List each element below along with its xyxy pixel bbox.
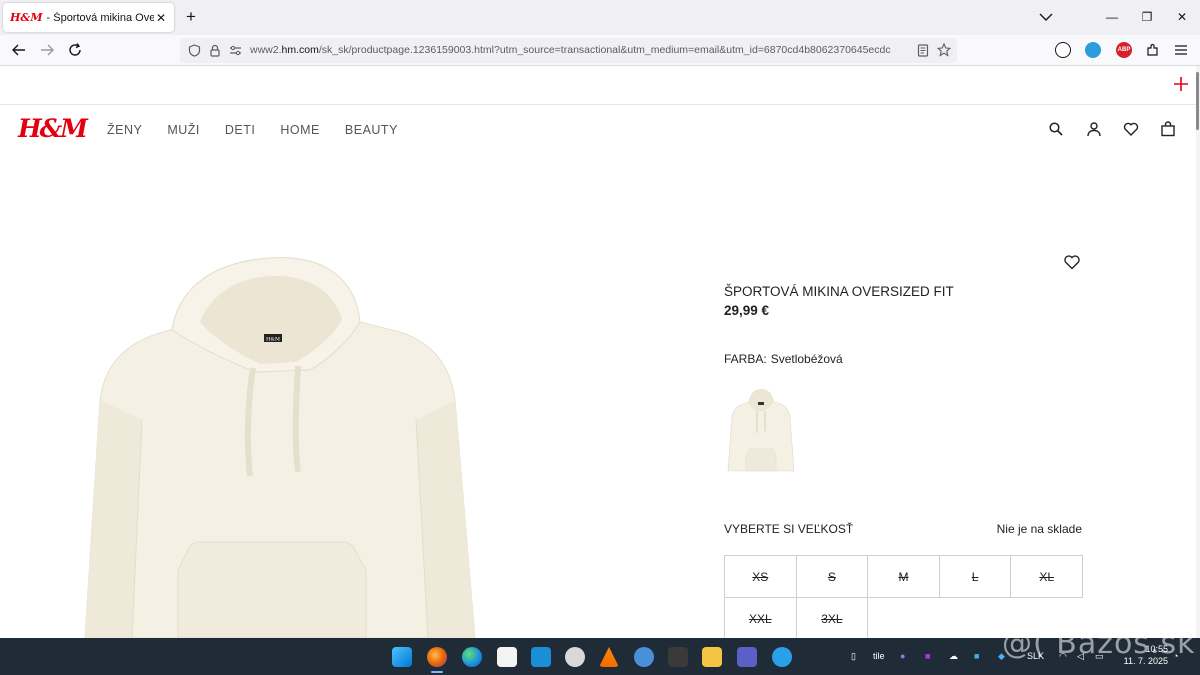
app-globe-icon[interactable]: [634, 647, 654, 667]
app-purple-icon[interactable]: [737, 647, 757, 667]
back-icon[interactable]: [10, 41, 28, 59]
window-close-icon[interactable]: ✕: [1174, 9, 1190, 25]
app-red-circle-icon[interactable]: [565, 647, 585, 667]
product-price: 29,99 €: [724, 303, 770, 318]
product-title: ŠPORTOVÁ MIKINA OVERSIZED FIT: [724, 284, 954, 299]
firefox-icon[interactable]: [427, 647, 447, 667]
permissions-icon[interactable]: [229, 45, 242, 56]
windows-start-icon[interactable]: [392, 647, 412, 667]
app-help-icon[interactable]: [772, 647, 792, 667]
size-option-s[interactable]: S: [795, 555, 869, 598]
main-navigation: ŽENY MUŽI DETI HOME BEAUTY: [107, 123, 423, 137]
restore-icon[interactable]: ❐: [1139, 9, 1155, 25]
list-tabs-chevron-icon[interactable]: [1037, 10, 1055, 24]
stock-status: Nie je na sklade: [996, 522, 1082, 536]
tray-label[interactable]: tile: [873, 651, 885, 661]
app-tool-icon[interactable]: [668, 647, 688, 667]
promo-expand-plus-icon[interactable]: [1173, 76, 1189, 92]
reload-icon[interactable]: [66, 41, 84, 59]
bazos-watermark: @( Bazos.sk: [1002, 626, 1196, 661]
weather-app-icon[interactable]: [531, 647, 551, 667]
size-selection-title: VYBERTE SI VEĽKOSŤ: [724, 522, 854, 536]
menu-hamburger-icon[interactable]: [1172, 41, 1190, 59]
browser-tab-bar: H&M - Športová mikina Oversized Fit ✕ + …: [0, 0, 1200, 35]
nav-item-home[interactable]: HOME: [280, 123, 320, 137]
scrollbar-thumb[interactable]: [1196, 72, 1199, 130]
add-to-wishlist-heart-icon[interactable]: [1063, 254, 1081, 270]
product-main-image[interactable]: H&M: [60, 250, 490, 638]
color-label: FARBA:: [724, 352, 767, 366]
account-icon[interactable]: [1055, 42, 1071, 58]
file-explorer-icon[interactable]: [702, 647, 722, 667]
size-option-m[interactable]: M: [867, 555, 940, 598]
nav-item-muzi[interactable]: MUŽI: [167, 123, 200, 137]
tray-teams-icon[interactable]: ●: [900, 651, 905, 661]
tray-battery-icon[interactable]: ▯: [851, 651, 856, 662]
hm-favicon-icon: H&M: [10, 11, 43, 24]
nav-item-beauty[interactable]: BEAUTY: [345, 123, 398, 137]
extension-blue-icon[interactable]: [1085, 42, 1101, 58]
edge-icon[interactable]: [462, 647, 482, 667]
search-icon[interactable]: [1048, 121, 1064, 137]
size-option-xxl[interactable]: XXL: [724, 597, 797, 640]
bookmark-star-icon[interactable]: [937, 43, 951, 57]
tray-app-icon[interactable]: ■: [974, 651, 979, 661]
reader-view-icon[interactable]: [917, 44, 929, 57]
browser-tab[interactable]: H&M - Športová mikina Oversized Fit ✕: [3, 3, 174, 32]
color-swatch-thumbnail[interactable]: [724, 383, 796, 479]
size-option-3xl[interactable]: 3XL: [795, 597, 869, 640]
header-divider: [0, 104, 1196, 105]
page-scrollbar[interactable]: [1196, 66, 1200, 638]
size-option-xs[interactable]: XS: [724, 555, 797, 598]
minimize-icon[interactable]: —: [1104, 9, 1120, 25]
lock-icon[interactable]: [209, 44, 221, 57]
nav-item-deti[interactable]: DETI: [225, 123, 255, 137]
tray-onenote-icon[interactable]: ■: [925, 651, 930, 661]
hm-logo[interactable]: H&M: [18, 114, 88, 143]
color-value: Svetlobéžová: [770, 352, 843, 366]
favorites-heart-icon[interactable]: [1123, 121, 1139, 137]
extensions-puzzle-icon[interactable]: [1144, 41, 1162, 59]
size-option-l[interactable]: L: [938, 555, 1012, 598]
nav-item-zeny[interactable]: ŽENY: [107, 123, 142, 137]
adblock-plus-icon[interactable]: ABP: [1116, 42, 1132, 58]
active-app-indicator: [431, 671, 443, 673]
size-option-xl[interactable]: XL: [1010, 555, 1083, 598]
tab-title: - Športová mikina Oversized Fit: [46, 11, 154, 24]
tracking-shield-icon[interactable]: [188, 44, 201, 57]
new-tab-button[interactable]: +: [182, 8, 200, 26]
close-tab-icon[interactable]: ✕: [154, 11, 168, 25]
forward-icon[interactable]: [38, 41, 56, 59]
address-bar[interactable]: www2.hm.com/sk_sk/productpage.1236159003…: [180, 38, 957, 63]
hoodie-brand-tag: H&M: [266, 337, 280, 343]
browser-nav-bar: www2.hm.com/sk_sk/productpage.1236159003…: [0, 35, 1200, 66]
color-info: FARBA: Svetlobéžová: [724, 352, 843, 366]
microsoft-store-icon[interactable]: [497, 647, 517, 667]
shopping-bag-icon[interactable]: [1160, 121, 1176, 137]
url-text[interactable]: www2.hm.com/sk_sk/productpage.1236159003…: [250, 44, 910, 56]
tray-cloud-icon[interactable]: ☁: [949, 651, 958, 662]
account-user-icon[interactable]: [1086, 121, 1102, 137]
